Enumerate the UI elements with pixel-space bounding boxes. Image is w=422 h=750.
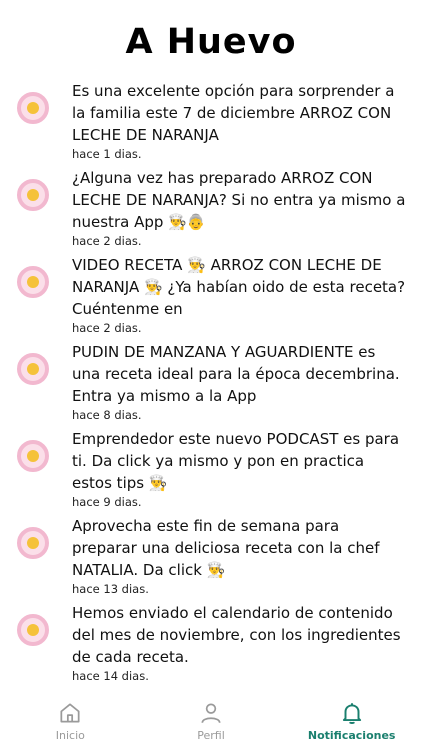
fried-egg-icon <box>17 527 49 559</box>
notification-text: PUDIN DE MANZANA Y AGUARDIENTE es una re… <box>72 343 400 405</box>
tab-perfil[interactable]: Perfil <box>141 698 282 750</box>
notification-list[interactable]: Es una excelente opción para sorprender … <box>0 80 422 696</box>
notification-time: hace 9 dias. <box>72 495 142 509</box>
notification-text: ¿Alguna vez has preparado ARROZ CON LECH… <box>72 169 406 231</box>
notification-text: Es una excelente opción para sorprender … <box>72 82 395 144</box>
notification-item[interactable]: Emprendedor este nuevo PODCAST es para t… <box>0 428 422 509</box>
fried-egg-icon <box>17 440 49 472</box>
tab-inicio[interactable]: Inicio <box>0 698 141 750</box>
tab-label: Inicio <box>55 729 85 742</box>
notification-item[interactable]: Es una excelente opción para sorprender … <box>0 80 422 161</box>
notification-time: hace 13 dias. <box>72 582 149 596</box>
tab-label: Notificaciones <box>307 729 396 742</box>
fried-egg-icon <box>17 266 49 298</box>
notification-text: VIDEO RECETA 👨‍🍳 ARROZ CON LECHE DE NARA… <box>72 256 406 318</box>
fried-egg-icon <box>17 614 49 646</box>
notification-time: hace 8 dias. <box>72 408 142 422</box>
tab-notificaciones[interactable]: Notificaciones <box>281 698 422 750</box>
notification-item[interactable]: PUDIN DE MANZANA Y AGUARDIENTE es una re… <box>0 341 422 422</box>
home-icon <box>60 703 80 723</box>
notification-time: hace 2 dias. <box>72 321 142 335</box>
notification-item[interactable]: Aprovecha este fin de semana para prepar… <box>0 515 422 596</box>
fried-egg-icon <box>17 179 49 211</box>
notification-item[interactable]: Hemos enviado el calendario de contenido… <box>0 602 422 683</box>
notification-time: hace 1 dias. <box>72 147 142 161</box>
bottom-tab-bar: Inicio Perfil Notificaciones <box>0 698 422 750</box>
tab-label: Perfil <box>197 729 225 742</box>
fried-egg-icon <box>17 92 49 124</box>
bell-icon <box>342 703 361 724</box>
notification-text: Aprovecha este fin de semana para prepar… <box>72 517 380 579</box>
notification-time: hace 2 dias. <box>72 234 142 248</box>
notification-text: Emprendedor este nuevo PODCAST es para t… <box>72 430 400 492</box>
person-icon <box>201 703 221 724</box>
notification-time: hace 14 dias. <box>72 669 149 683</box>
notification-item[interactable]: ¿Alguna vez has preparado ARROZ CON LECH… <box>0 167 422 248</box>
page-title: A Huevo <box>125 22 297 62</box>
fried-egg-icon <box>17 353 49 385</box>
notification-item[interactable]: VIDEO RECETA 👨‍🍳 ARROZ CON LECHE DE NARA… <box>0 254 422 335</box>
notification-text: Hemos enviado el calendario de contenido… <box>72 604 401 666</box>
app-header: A Huevo <box>0 0 422 78</box>
